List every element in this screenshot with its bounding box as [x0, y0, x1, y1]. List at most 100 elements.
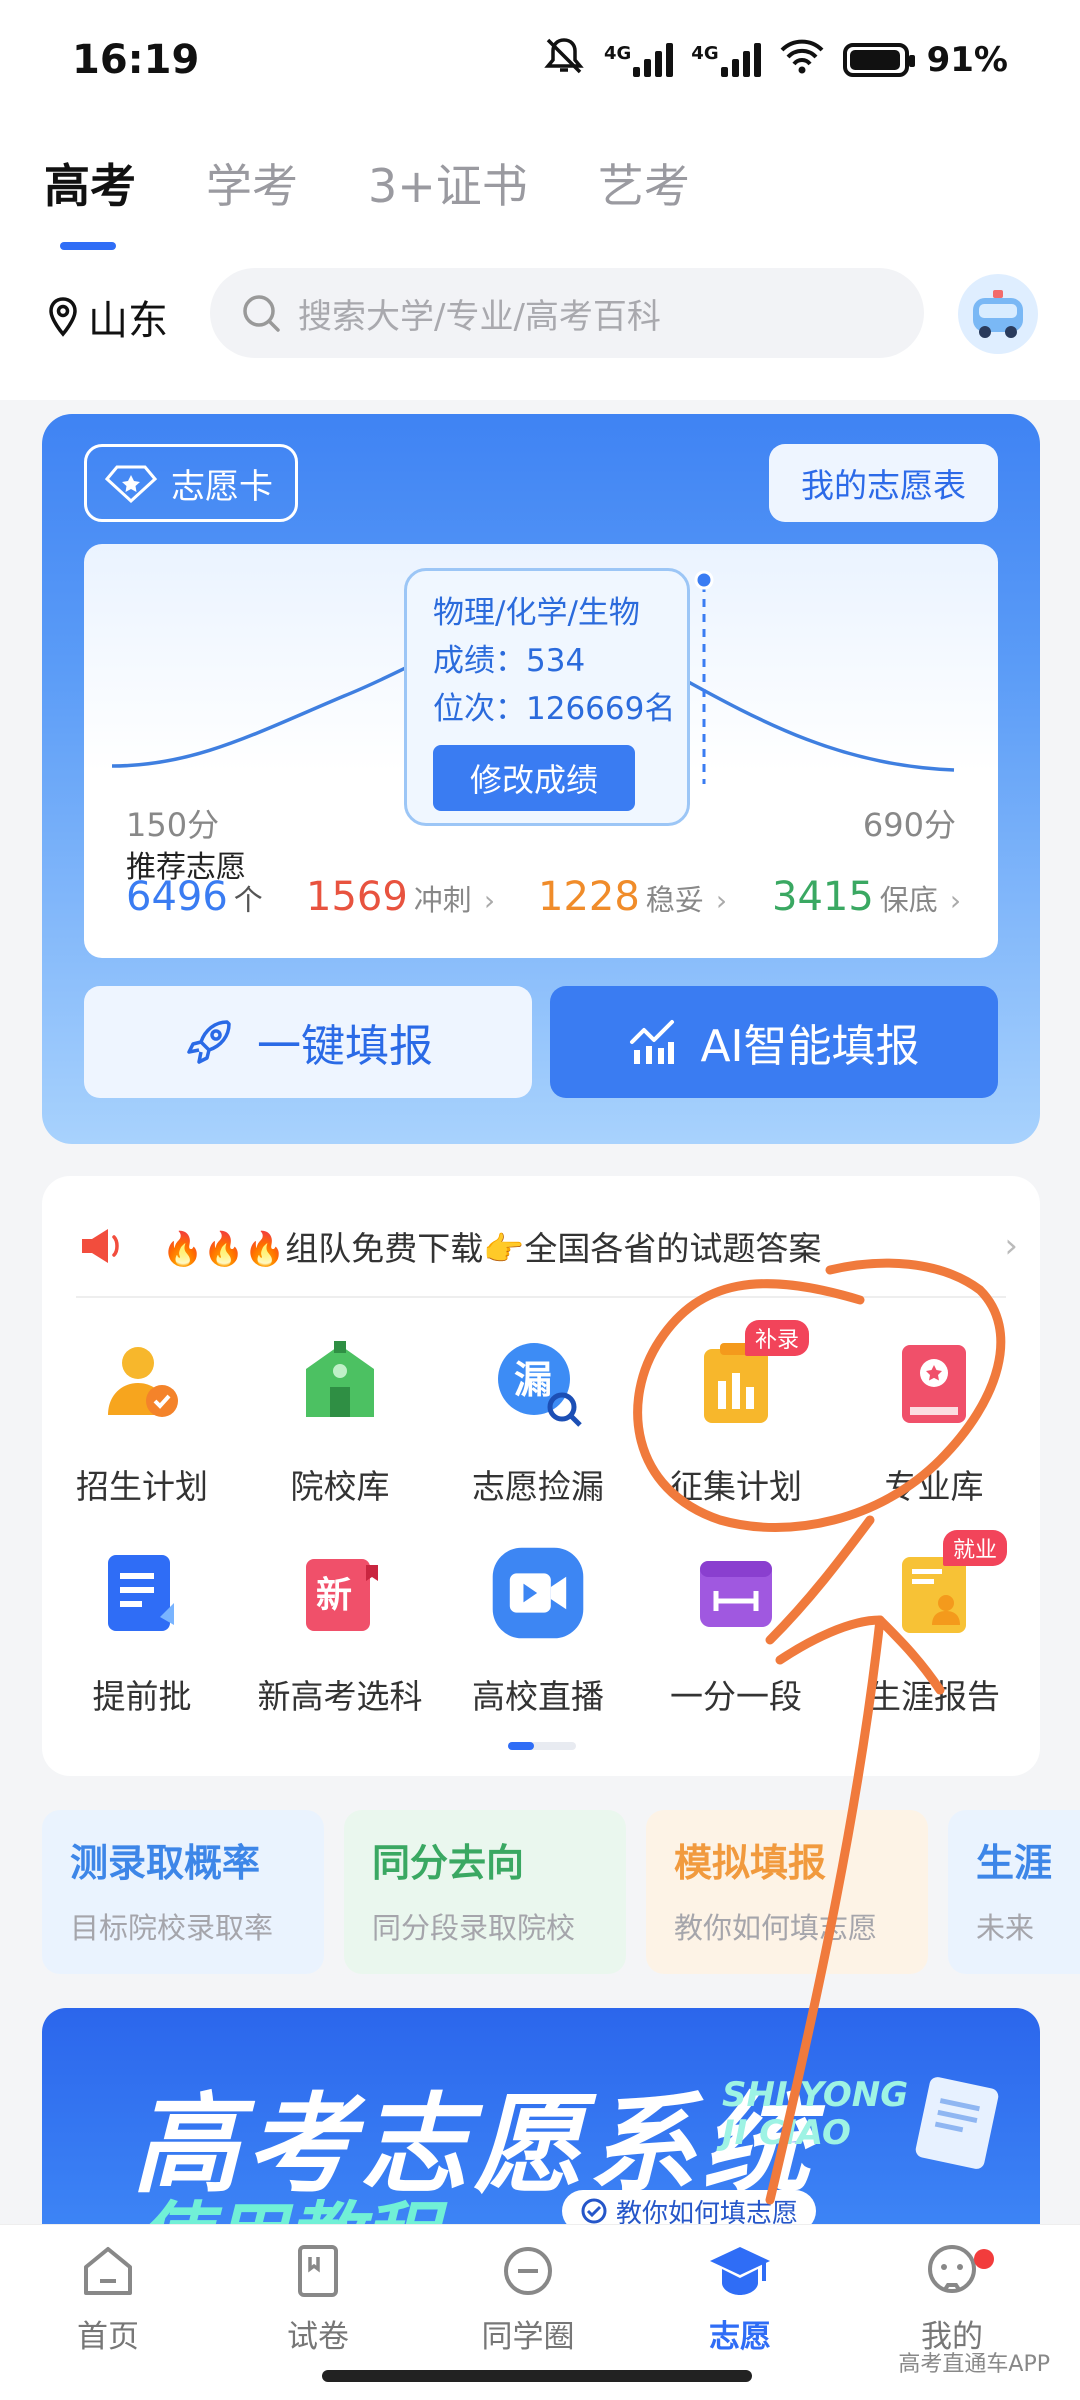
school-library-icon — [293, 1336, 387, 1430]
function-label: 新高考选科 — [257, 1677, 423, 1716]
subjects-text: 物理/化学/生物 — [433, 595, 640, 631]
nav-profile[interactable]: 我的 — [872, 2241, 1032, 2356]
quick-card-admission-probability[interactable]: 测录取概率 目标院校录取率 — [42, 1810, 324, 1974]
rank-text: 位次：126669名 — [433, 691, 676, 727]
banner-pinyin: SHI YONG JI CIAO — [722, 2076, 908, 2152]
megaphone-icon — [82, 1229, 119, 1263]
check-circle-icon — [581, 2198, 607, 2224]
collection-plan-icon: 补录 — [689, 1320, 809, 1430]
search-icon — [243, 295, 280, 332]
quick-card-subtitle: 同分段录取院校 — [372, 1911, 576, 1945]
chart-growth-icon — [630, 1020, 675, 1064]
recommend-total[interactable]: 6496 个 — [126, 874, 263, 920]
nav-volunteer[interactable]: 志愿 — [660, 2241, 820, 2356]
enrollment-plan-icon — [95, 1336, 189, 1430]
score-text: 成绩：534 — [433, 643, 586, 679]
one-click-fill-button[interactable]: 一键填报 — [84, 986, 532, 1098]
score-distribution-panel: 物理/化学/生物 成绩：534 位次：126669名 修改成绩 150分 690… — [84, 544, 998, 958]
svg-text:新: 新 — [316, 1575, 352, 1616]
volunteer-card-badge[interactable]: 志愿卡 — [84, 444, 298, 522]
stat-baodi[interactable]: 3415 保底 › — [772, 874, 961, 920]
status-time: 16:19 — [72, 37, 200, 83]
ai-fill-label: AI智能填报 — [700, 1021, 920, 1072]
function-major-library[interactable]: 专业库 — [834, 1326, 1034, 1516]
nav-exam[interactable]: 试卷 — [238, 2241, 398, 2356]
nav-home[interactable]: 首页 — [28, 2241, 188, 2356]
early-batch-icon — [95, 1546, 189, 1640]
home-indicator[interactable] — [322, 2370, 752, 2382]
tutorial-banner[interactable]: 高考志愿系统 使用教程 SHI YONG JI CIAO 教你如何填志愿 — [42, 2008, 1040, 2238]
watermark: 高考直通车APP — [898, 2352, 1050, 2377]
function-enrollment-plan[interactable]: 招生计划 — [42, 1326, 242, 1516]
modify-score-button[interactable]: 修改成绩 — [433, 745, 635, 811]
graduation-cap-icon — [710, 2247, 770, 2295]
function-career-report[interactable]: 就业 生涯报告 — [834, 1530, 1034, 1726]
function-volunteer-pickup[interactable]: 漏 志愿捡漏 — [438, 1326, 638, 1516]
major-library-icon — [887, 1336, 981, 1430]
function-score-segment[interactable]: 一分一段 — [636, 1536, 836, 1726]
tab-yikao[interactable]: 艺考 — [598, 150, 690, 216]
quick-card-career[interactable]: 生涯 未来 — [948, 1810, 1080, 1974]
status-bar: 16:19 4G 4G 91% — [0, 0, 1080, 120]
nav-label: 志愿 — [709, 2319, 771, 2355]
stat-value: 3415 — [772, 874, 874, 920]
quick-card-title: 生涯 — [976, 1841, 1053, 1885]
function-label: 招生计划 — [76, 1467, 208, 1506]
nav-classmates[interactable]: 同学圈 — [448, 2241, 608, 2356]
profile-icon — [928, 2245, 976, 2293]
notice-bar[interactable]: 🔥🔥🔥组队免费下载👉全国各省的试题答案 › — [78, 1206, 1018, 1286]
function-label: 征集计划 — [670, 1467, 802, 1506]
function-collection-plan[interactable]: 补录 征集计划 — [636, 1320, 836, 1516]
location-pin-icon — [49, 297, 77, 337]
tab-certificate[interactable]: 3+证书 — [368, 150, 528, 216]
banner-pinyin-2: JI CIAO — [722, 2113, 851, 2153]
location-selector[interactable]: 山东 — [48, 288, 168, 346]
ai-fill-button[interactable]: AI智能填报 — [550, 986, 998, 1098]
quick-card-mock-fill[interactable]: 模拟填报 教你如何填志愿 — [646, 1810, 928, 1974]
classmates-icon — [504, 2247, 552, 2295]
search-input[interactable]: 搜索大学/专业/高考百科 — [210, 268, 924, 358]
nav-label: 同学圈 — [481, 2319, 575, 2355]
score-segment-icon — [689, 1546, 783, 1640]
stat-chongci[interactable]: 1569 冲刺 › — [306, 874, 495, 920]
tab-gaokao[interactable]: 高考 — [44, 150, 136, 250]
subject-selection-icon: 新 — [293, 1546, 387, 1640]
rocket-icon — [187, 1020, 231, 1064]
diamond-star-icon — [105, 465, 157, 503]
function-label: 生涯报告 — [868, 1677, 1000, 1716]
recommend-count: 6496 — [126, 874, 228, 920]
search-placeholder: 搜索大学/专业/高考百科 — [298, 296, 661, 337]
signal-icon-2: 4G — [691, 43, 761, 77]
tab-xuekao[interactable]: 学考 — [206, 150, 298, 216]
function-label: 一分一段 — [670, 1677, 802, 1716]
divider — [76, 1296, 1006, 1298]
status-icons: 4G 4G 91% — [542, 36, 1008, 85]
stat-value: 1228 — [538, 874, 640, 920]
top-tabs: 高考 学考 3+证书 艺考 — [44, 150, 690, 250]
network-type-2: 4G — [691, 43, 719, 64]
stat-label: 保底 — [879, 883, 938, 917]
page-indicator — [508, 1742, 576, 1750]
my-volunteer-table-button[interactable]: 我的志愿表 — [769, 444, 998, 522]
live-video-icon — [491, 1546, 585, 1640]
notification-dot — [974, 2249, 994, 2269]
exam-paper-icon — [298, 2245, 338, 2297]
network-type-1: 4G — [603, 43, 632, 64]
score-tooltip: 物理/化学/生物 成绩：534 位次：126669名 修改成绩 — [404, 568, 690, 826]
tag-badge: 补录 — [744, 1320, 809, 1356]
bus-mascot-avatar[interactable] — [958, 274, 1038, 354]
function-subject-selection[interactable]: 新 新高考选科 — [240, 1536, 440, 1726]
quick-card-title: 模拟填报 — [674, 1841, 827, 1885]
function-label: 专业库 — [884, 1467, 984, 1506]
battery-percent: 91% — [926, 40, 1008, 80]
chevron-right-icon: › — [1004, 1226, 1018, 1266]
quick-card-same-score[interactable]: 同分去向 同分段录取院校 — [344, 1810, 626, 1974]
function-early-batch[interactable]: 提前批 — [42, 1536, 242, 1726]
function-live-video[interactable]: 高校直播 — [438, 1536, 638, 1726]
quick-card-title: 同分去向 — [372, 1841, 525, 1885]
chevron-right-icon: › — [483, 884, 496, 917]
function-school-library[interactable]: 院校库 — [240, 1326, 440, 1516]
stat-wentuo[interactable]: 1228 稳妥 › — [538, 874, 727, 920]
chevron-right-icon: › — [715, 884, 728, 917]
function-label: 高校直播 — [472, 1677, 604, 1716]
